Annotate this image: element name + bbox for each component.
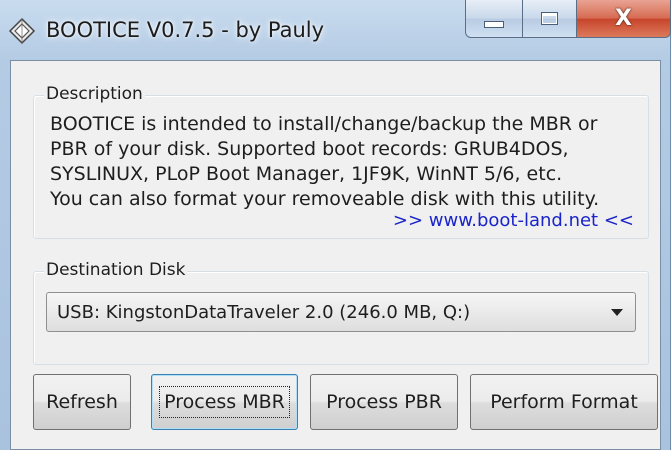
minimize-button[interactable]: [465, 0, 523, 38]
destination-disk-value: USB: KingstonDataTraveler 2.0 (246.0 MB,…: [57, 302, 471, 323]
process-mbr-button[interactable]: Process MBR: [151, 374, 298, 430]
maximize-icon: [541, 12, 558, 25]
description-group-label: Description: [44, 84, 145, 104]
minimize-icon: [484, 21, 504, 28]
perform-format-button[interactable]: Perform Format: [470, 374, 658, 430]
process-mbr-button-label: Process MBR: [159, 386, 290, 418]
process-pbr-button-label: Process PBR: [326, 391, 442, 413]
diamond-app-icon: [8, 17, 36, 45]
process-pbr-button[interactable]: Process PBR: [310, 374, 458, 430]
refresh-button-label: Refresh: [46, 391, 118, 413]
destination-disk-dropdown[interactable]: USB: KingstonDataTraveler 2.0 (246.0 MB,…: [46, 292, 636, 332]
close-icon: X: [615, 6, 632, 31]
chevron-down-icon[interactable]: [611, 309, 623, 316]
dialog-body: Description BOOTICE is intended to insta…: [10, 60, 661, 450]
description-group: Description BOOTICE is intended to insta…: [33, 84, 649, 239]
destination-disk-label: Destination Disk: [44, 260, 188, 280]
app-window: BOOTICE V0.7.5 - by Pauly X Description …: [0, 0, 671, 450]
refresh-button[interactable]: Refresh: [33, 374, 131, 430]
perform-format-button-label: Perform Format: [490, 391, 638, 413]
window-controls: X: [465, 0, 671, 40]
description-text: BOOTICE is intended to install/change/ba…: [50, 113, 600, 210]
title-bar[interactable]: BOOTICE V0.7.5 - by Pauly X: [0, 0, 671, 60]
destination-disk-group: Destination Disk USB: KingstonDataTravel…: [33, 260, 649, 365]
close-button[interactable]: X: [576, 0, 671, 38]
window-title: BOOTICE V0.7.5 - by Pauly: [46, 18, 325, 42]
website-link[interactable]: >> www.boot-land.net <<: [388, 210, 638, 231]
maximize-button[interactable]: [522, 0, 577, 38]
